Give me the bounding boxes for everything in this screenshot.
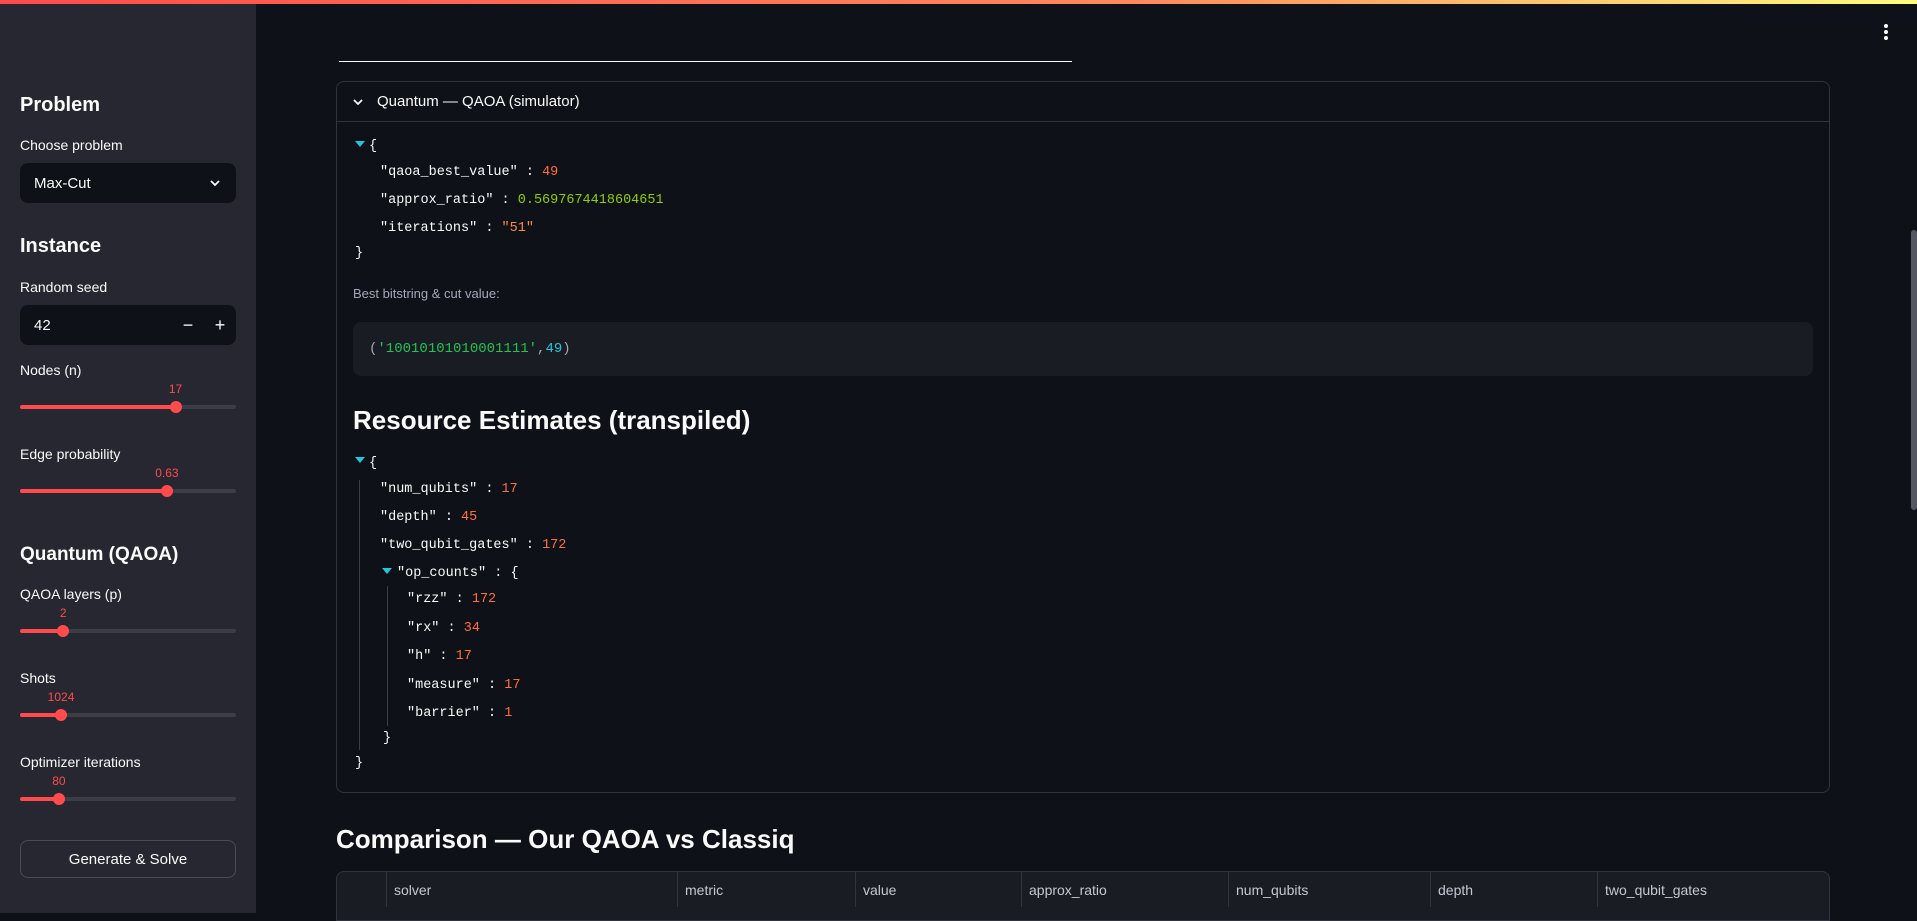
problem-select[interactable]: Max-Cut xyxy=(20,163,236,203)
slider-thumb[interactable] xyxy=(55,709,68,721)
shots-value: 1024 xyxy=(47,690,75,704)
chevron-down-icon xyxy=(210,180,220,187)
more-menu-icon[interactable] xyxy=(1883,23,1889,41)
column-header-approx-ratio[interactable]: approx_ratio xyxy=(1021,872,1228,907)
quantum-heading: Quantum (QAOA) xyxy=(20,544,179,565)
edge-probability-slider[interactable]: 0.63 xyxy=(20,466,236,503)
nodes-slider-value: 17 xyxy=(168,382,183,396)
shots-label: Shots xyxy=(20,670,56,686)
json-entry: "iterations" : "51" xyxy=(380,221,534,236)
collapse-toggle-icon[interactable] xyxy=(355,457,365,463)
slider-thumb[interactable] xyxy=(57,625,70,637)
json-entry: "barrier" : 1 xyxy=(407,706,513,721)
slider-thumb[interactable] xyxy=(160,485,173,497)
qaoa-layers-label: QAOA layers (p) xyxy=(20,586,122,602)
json-open-brace: { xyxy=(369,456,378,471)
json-entry: "rzz" : 172 xyxy=(407,592,497,607)
divider xyxy=(339,61,1072,62)
bitstring-code-block: ('10010101010001111', 49) xyxy=(353,322,1813,376)
indent-guide xyxy=(359,480,360,750)
problem-heading: Problem xyxy=(20,94,101,116)
json-entry: "approx_ratio" : 0.5697674418604651 xyxy=(380,193,664,208)
column-header-two-qubit-gates[interactable]: two_qubit_gates xyxy=(1597,872,1829,907)
json-entry: "qaoa_best_value" : 49 xyxy=(380,165,559,180)
expander-title: Quantum — QAOA (simulator) xyxy=(377,93,580,110)
nodes-slider[interactable]: 17 xyxy=(20,382,236,419)
nodes-label: Nodes (n) xyxy=(20,362,82,378)
collapse-toggle-icon[interactable] xyxy=(355,141,365,147)
seed-value: 42 xyxy=(34,316,51,334)
chevron-down-icon xyxy=(353,98,363,105)
qaoa-layers-value: 2 xyxy=(59,606,67,620)
comparison-table: solver metric value approx_ratio num_qub… xyxy=(336,871,1830,921)
column-header-value[interactable]: value xyxy=(855,872,1021,907)
instance-heading: Instance xyxy=(20,235,102,257)
resource-estimates-heading: Resource Estimates (transpiled) xyxy=(353,405,751,435)
json-close-brace: } xyxy=(355,756,364,771)
json-close-brace: } xyxy=(355,246,364,261)
seed-number-input[interactable]: 42 − + xyxy=(20,305,236,345)
json-entry: "h" : 17 xyxy=(407,649,472,664)
json-entry: "op_counts" : { xyxy=(397,566,519,581)
increment-button[interactable]: + xyxy=(204,315,236,336)
json-entry: "measure" : 17 xyxy=(407,678,521,693)
slider-thumb[interactable] xyxy=(169,401,182,413)
optimizer-iterations-value: 80 xyxy=(52,774,66,788)
problem-select-value: Max-Cut xyxy=(34,174,91,192)
optimizer-iterations-label: Optimizer iterations xyxy=(20,754,141,770)
edge-probability-label: Edge probability xyxy=(20,446,121,462)
top-decoration-bar xyxy=(0,0,1917,4)
column-header-solver[interactable]: solver xyxy=(386,872,677,907)
column-header-metric[interactable]: metric xyxy=(677,872,855,907)
seed-label: Random seed xyxy=(20,279,108,295)
decrement-button[interactable]: − xyxy=(172,315,204,336)
json-entry: "rx" : 34 xyxy=(407,621,480,636)
json-open-brace: { xyxy=(369,139,378,154)
comparison-heading: Comparison — Our QAOA vs Classiq xyxy=(336,824,795,854)
bitstring-caption: Best bitstring & cut value: xyxy=(353,286,500,301)
optimizer-iterations-slider[interactable]: 80 xyxy=(20,774,236,811)
column-header-num-qubits[interactable]: num_qubits xyxy=(1228,872,1430,907)
indent-guide xyxy=(387,586,388,726)
json-entry: "num_qubits" : 17 xyxy=(380,482,518,497)
edge-probability-value: 0.63 xyxy=(155,466,179,480)
page-scrollbar[interactable] xyxy=(1911,230,1917,510)
expander-header[interactable]: Quantum — QAOA (simulator) xyxy=(337,82,1829,122)
qaoa-expander: Quantum — QAOA (simulator) xyxy=(336,81,1830,793)
sidebar: Problem Choose problem Max-Cut Instance … xyxy=(0,4,256,913)
collapse-toggle-icon[interactable] xyxy=(382,568,392,574)
json-inner-close-brace: } xyxy=(383,731,392,746)
shots-slider[interactable]: 1024 xyxy=(20,690,236,727)
column-header-depth[interactable]: depth xyxy=(1430,872,1597,907)
json-entry: "depth" : 45 xyxy=(380,510,478,525)
choose-problem-label: Choose problem xyxy=(20,137,123,153)
json-entry: "two_qubit_gates" : 172 xyxy=(380,538,567,553)
generate-solve-button[interactable]: Generate & Solve xyxy=(20,840,236,878)
slider-thumb[interactable] xyxy=(52,793,65,805)
qaoa-layers-slider[interactable]: 2 xyxy=(20,606,236,643)
